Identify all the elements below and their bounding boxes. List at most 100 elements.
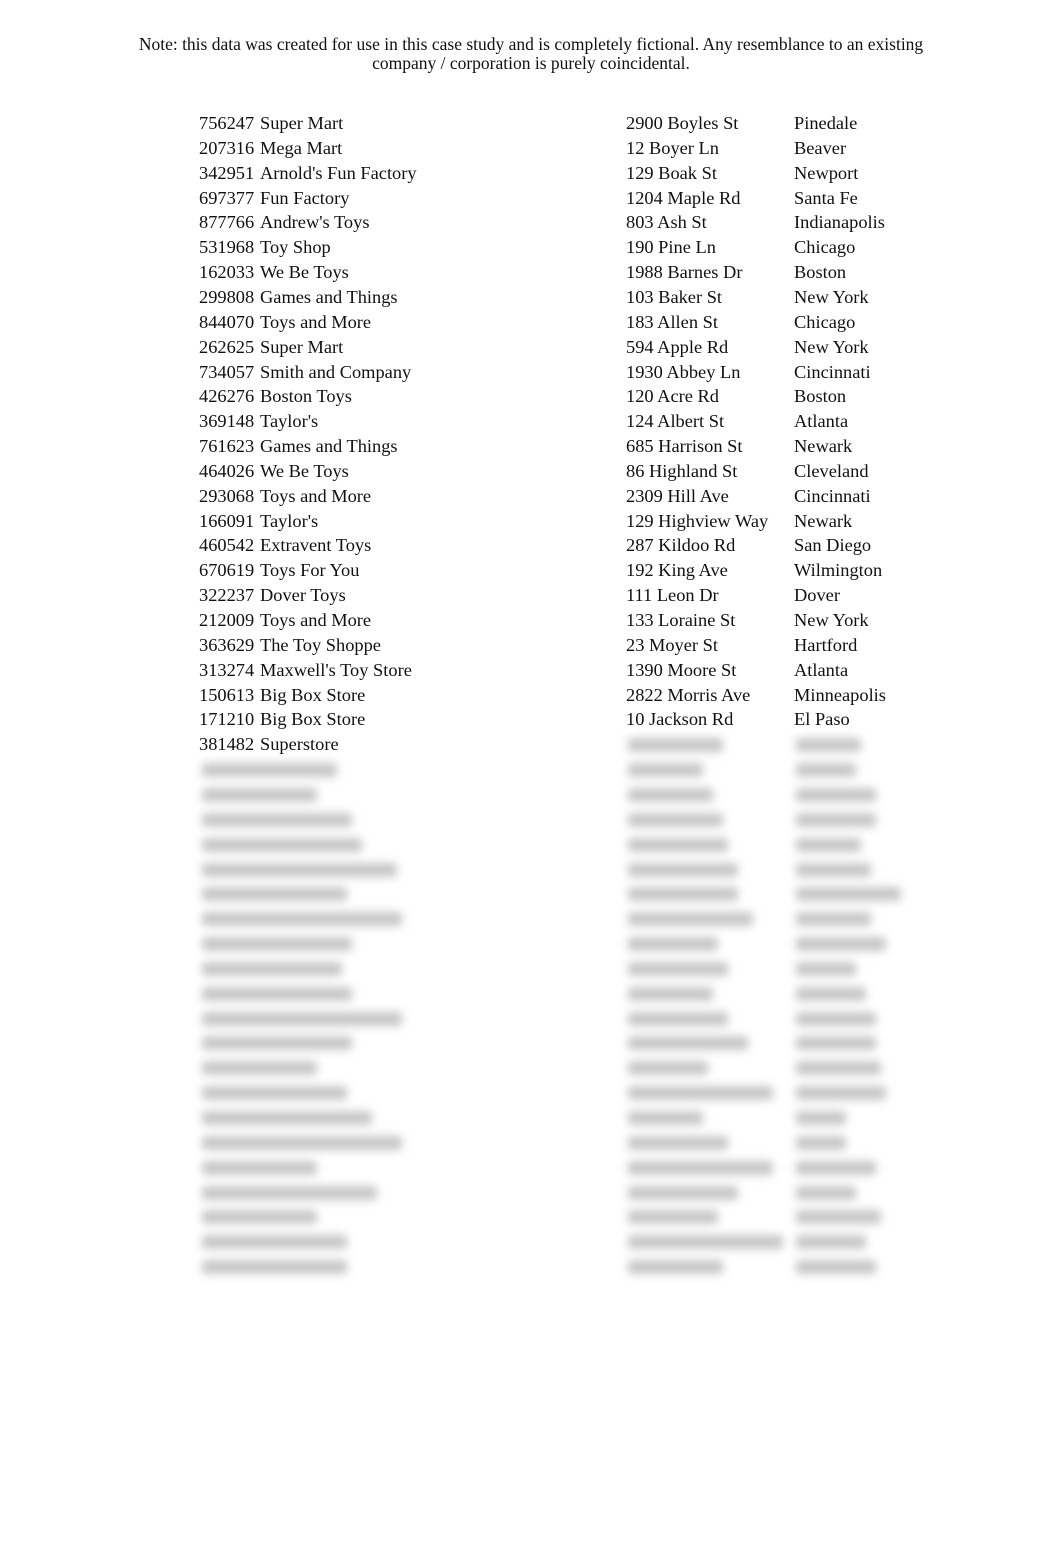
blurred-city-cell bbox=[796, 862, 871, 877]
customer-name: Toy Shop bbox=[260, 237, 331, 258]
customer-city: Newport bbox=[794, 162, 859, 183]
customer-address: 190 Pine Ln bbox=[626, 237, 716, 258]
customer-city: Newark bbox=[794, 436, 853, 457]
blurred-address-cell bbox=[628, 812, 723, 827]
customer-name: Toys For You bbox=[260, 560, 360, 581]
blurred-address-cell bbox=[628, 763, 703, 778]
customer-address: 594 Apple Rd bbox=[626, 336, 729, 357]
blurred-customer-cell bbox=[202, 937, 352, 952]
customer-address: 12 Boyer Ln bbox=[626, 137, 719, 158]
customer-name: Taylor's bbox=[260, 510, 319, 531]
blurred-address-cell bbox=[628, 1160, 773, 1175]
customer-city: Boston bbox=[794, 386, 847, 407]
customer-name: Mega Mart bbox=[260, 137, 343, 158]
customer-name: The Toy Shoppe bbox=[260, 634, 381, 655]
blurred-customer-cell bbox=[202, 1210, 317, 1225]
blurred-city-cell bbox=[796, 1135, 846, 1150]
customer-id: 426276 bbox=[199, 386, 255, 407]
blurred-address-cell bbox=[628, 1111, 703, 1125]
customer-city: New York bbox=[794, 336, 869, 357]
blurred-customer-cell bbox=[202, 961, 342, 976]
blurred-city-cell bbox=[796, 1185, 856, 1200]
customer-name: Arnold's Fun Factory bbox=[260, 162, 417, 183]
blurred-customer-cell bbox=[202, 1135, 402, 1150]
customer-id: 212009 bbox=[199, 610, 255, 630]
customer-city: Minneapolis bbox=[794, 684, 886, 705]
customer-name: Games and Things bbox=[260, 436, 398, 457]
blurred-city-cell bbox=[796, 1260, 876, 1275]
customer-city: Chicago bbox=[794, 311, 856, 332]
customer-name: Smith and Company bbox=[260, 361, 412, 382]
blurred-customer-cell bbox=[202, 1061, 317, 1076]
customer-city: Atlanta bbox=[794, 411, 849, 432]
customer-address: 10 Jackson Rd bbox=[626, 709, 734, 730]
customer-id: 877766 bbox=[199, 212, 255, 233]
blurred-customer-cell bbox=[202, 763, 337, 778]
customer-address: 2309 Hill Ave bbox=[626, 485, 729, 506]
customer-city: Indianapolis bbox=[794, 212, 885, 233]
customer-address: 129 Boak St bbox=[626, 162, 717, 183]
customer-name: We Be Toys bbox=[260, 460, 349, 481]
customer-id: 299808 bbox=[199, 286, 255, 307]
customer-city: San Diego bbox=[794, 535, 872, 556]
blurred-customer-cell bbox=[202, 986, 352, 1001]
blurred-city-cell bbox=[796, 1061, 881, 1076]
blurred-customer-cell bbox=[202, 1185, 377, 1200]
customer-address: 1390 Moore St bbox=[626, 659, 737, 680]
blurred-city-cell bbox=[796, 1235, 866, 1250]
blurred-address-cell bbox=[628, 887, 738, 902]
blurred-city-cell bbox=[796, 812, 876, 827]
blurred-customer-cell bbox=[202, 787, 317, 802]
blurred-customer-cell bbox=[202, 1011, 402, 1026]
blurred-address-cell bbox=[628, 1036, 748, 1051]
customer-address: 1988 Barnes Dr bbox=[626, 262, 743, 283]
disclaimer-line-2: company / corporation is purely coincide… bbox=[372, 52, 690, 73]
customer-name: Superstore bbox=[260, 734, 339, 755]
blurred-customer-cell bbox=[202, 837, 362, 852]
customer-id: 531968 bbox=[199, 237, 255, 258]
customer-address: 1930 Abbey Ln bbox=[626, 361, 741, 382]
blurred-customer-cell bbox=[202, 912, 402, 927]
customer-id: 697377 bbox=[199, 187, 255, 208]
customer-id: 322237 bbox=[199, 585, 255, 606]
blurred-city-cell bbox=[796, 1210, 881, 1225]
blurred-address-cell bbox=[628, 912, 753, 927]
blurred-customer-cell bbox=[202, 1036, 352, 1051]
blurred-address-cell bbox=[628, 1086, 773, 1101]
customer-address: 685 Harrison St bbox=[626, 436, 743, 457]
blurred-city-cell bbox=[796, 1036, 876, 1051]
blurred-city-cell bbox=[796, 1086, 886, 1101]
blurred-city-cell bbox=[796, 787, 876, 802]
customer-id: 460542 bbox=[199, 535, 255, 556]
blurred-address-cell bbox=[628, 1011, 728, 1026]
blurred-customer-cell bbox=[202, 887, 347, 902]
customer-city: Santa Fe bbox=[794, 187, 858, 208]
blurred-address-cell bbox=[628, 837, 728, 852]
customer-id: 207316 bbox=[199, 137, 255, 158]
customer-address: 23 Moyer St bbox=[626, 634, 718, 655]
blurred-customer-cell bbox=[202, 1160, 317, 1175]
blurred-city-cell bbox=[796, 912, 871, 927]
customer-name: We Be Toys bbox=[260, 262, 349, 283]
customer-address: 111 Leon Dr bbox=[626, 585, 719, 606]
customer-city: Atlanta bbox=[794, 659, 849, 680]
customer-id: 761623 bbox=[199, 436, 255, 457]
customer-name: Super Mart bbox=[260, 336, 344, 357]
blurred-address-cell bbox=[628, 1260, 723, 1275]
blurred-address-cell bbox=[628, 1135, 728, 1150]
customer-name: Taylor's bbox=[260, 411, 319, 432]
customer-name: Fun Factory bbox=[260, 187, 350, 208]
customer-address: 2900 Boyles St bbox=[626, 113, 739, 133]
customer-name: Super Mart bbox=[260, 113, 344, 133]
customer-city: Boston bbox=[794, 262, 847, 283]
customer-city: Wilmington bbox=[794, 560, 883, 581]
customer-id: 150613 bbox=[199, 684, 255, 705]
customer-name: Toys and More bbox=[260, 485, 372, 506]
blurred-customer-cell bbox=[202, 1111, 372, 1125]
customer-address: 86 Highland St bbox=[626, 460, 738, 481]
blurred-customer-cell bbox=[202, 812, 352, 827]
customer-id: 313274 bbox=[199, 659, 255, 680]
customer-name: Andrew's Toys bbox=[260, 212, 370, 233]
customer-id: 464026 bbox=[199, 460, 255, 481]
blurred-city-cell bbox=[796, 937, 886, 952]
